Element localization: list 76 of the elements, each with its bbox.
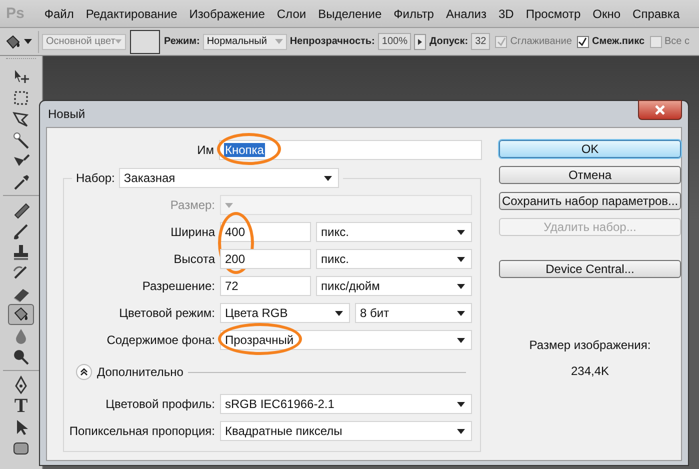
dialog-button[interactable]: Сохранить набор параметров... [499,192,681,210]
caret-icon [225,202,233,208]
tool-preset-picker[interactable] [4,30,39,52]
menu-item[interactable]: Выделение [312,6,388,20]
checkbox-label: Все с [664,36,690,47]
dropdown[interactable]: sRGB IEC61966-2.1 [220,394,472,414]
unit-dropdown[interactable]: пикс. [316,249,472,269]
dropdown[interactable]: Квадратные пикселы [220,421,472,441]
checkbox-label: Смеж.пикс [592,36,645,47]
field-label: Попиксельная пропорция: [69,424,215,438]
caret-icon [457,338,465,342]
dropdown[interactable]: Цвета RGB [220,303,350,323]
number-field[interactable]: 400 [220,222,311,242]
opacity-field[interactable]: 100% [378,33,412,50]
wand-icon[interactable] [11,130,31,150]
tolerance-field[interactable]: 32 [471,33,490,50]
field-label: Размер: [170,198,215,212]
expand-button[interactable] [76,364,92,380]
caret-icon [457,310,465,316]
mode-label: Режим: [164,36,200,47]
field-label: Цветовой режим: [119,306,215,320]
field-label: Разрешение: [142,279,215,293]
field-label: Высота [174,252,215,266]
name-field[interactable]: Кнопка [219,140,482,160]
image-size-value: 234,4K [570,364,610,378]
image-size-label: Размер изображения: [528,338,652,352]
menu-item[interactable]: Анализ [440,6,492,20]
unit-dropdown[interactable]: пикс/дюйм [316,276,472,296]
checkbox-label: Сглаживание [510,36,572,47]
caret-icon [335,310,343,316]
caret-icon [457,402,465,406]
menu-item[interactable]: Редактирование [80,6,184,20]
number-field[interactable]: 72 [220,276,311,296]
field-label: Цветовой профиль: [106,397,215,411]
unit-dropdown[interactable]: пикс. [316,222,472,242]
check-icon [578,37,588,46]
field-label: Содержимое фона: [106,333,215,347]
menu-item[interactable]: Фильтр [388,6,440,20]
preset-dropdown[interactable]: Заказная [118,168,339,188]
field-label: Набор: [76,171,115,185]
opacity-label: Непрозрачность: [290,36,375,47]
number-field[interactable]: 200 [220,249,311,269]
menu-item[interactable]: Справка [626,6,686,20]
dialog-title: Новый [48,107,86,121]
close-icon [655,105,665,115]
checkbox[interactable] [576,36,589,48]
menu-item[interactable]: 3D [492,6,520,20]
pattern-picker[interactable] [130,30,160,54]
caret-icon [457,284,465,288]
field-label: Им [197,143,214,157]
tolerance-label: Допуск: [429,36,468,47]
chevron-icon [80,368,88,376]
menu-item[interactable]: Изображение [183,6,271,20]
caret-icon [274,39,283,44]
dropdown[interactable]: Прозрачный [220,330,472,350]
caret-icon [24,39,32,44]
check-icon [496,37,506,46]
type-tool[interactable]: T [14,396,28,416]
caret-icon [457,230,465,234]
caret-icon [457,428,465,434]
dialog-button[interactable]: Отмена [499,166,681,184]
bucket-icon [4,32,22,50]
field-label: Ширина [170,225,215,239]
menu-item[interactable]: Просмотр [520,6,587,20]
menu-item[interactable]: Файл [38,6,80,20]
dialog-button[interactable]: Device Central... [499,260,681,278]
dropdown[interactable]: 8 бит [355,303,472,323]
caret-icon [457,256,465,262]
caret-icon [324,176,332,180]
mode-dropdown[interactable]: Нормальный [202,34,287,50]
close-button[interactable] [638,100,682,120]
caret-icon [115,39,122,44]
menu-item[interactable]: Окно [586,6,627,20]
dialog-button[interactable]: OK [499,140,681,158]
section-label: Дополнительно [97,365,184,379]
menu-item[interactable]: Слои [270,6,312,20]
